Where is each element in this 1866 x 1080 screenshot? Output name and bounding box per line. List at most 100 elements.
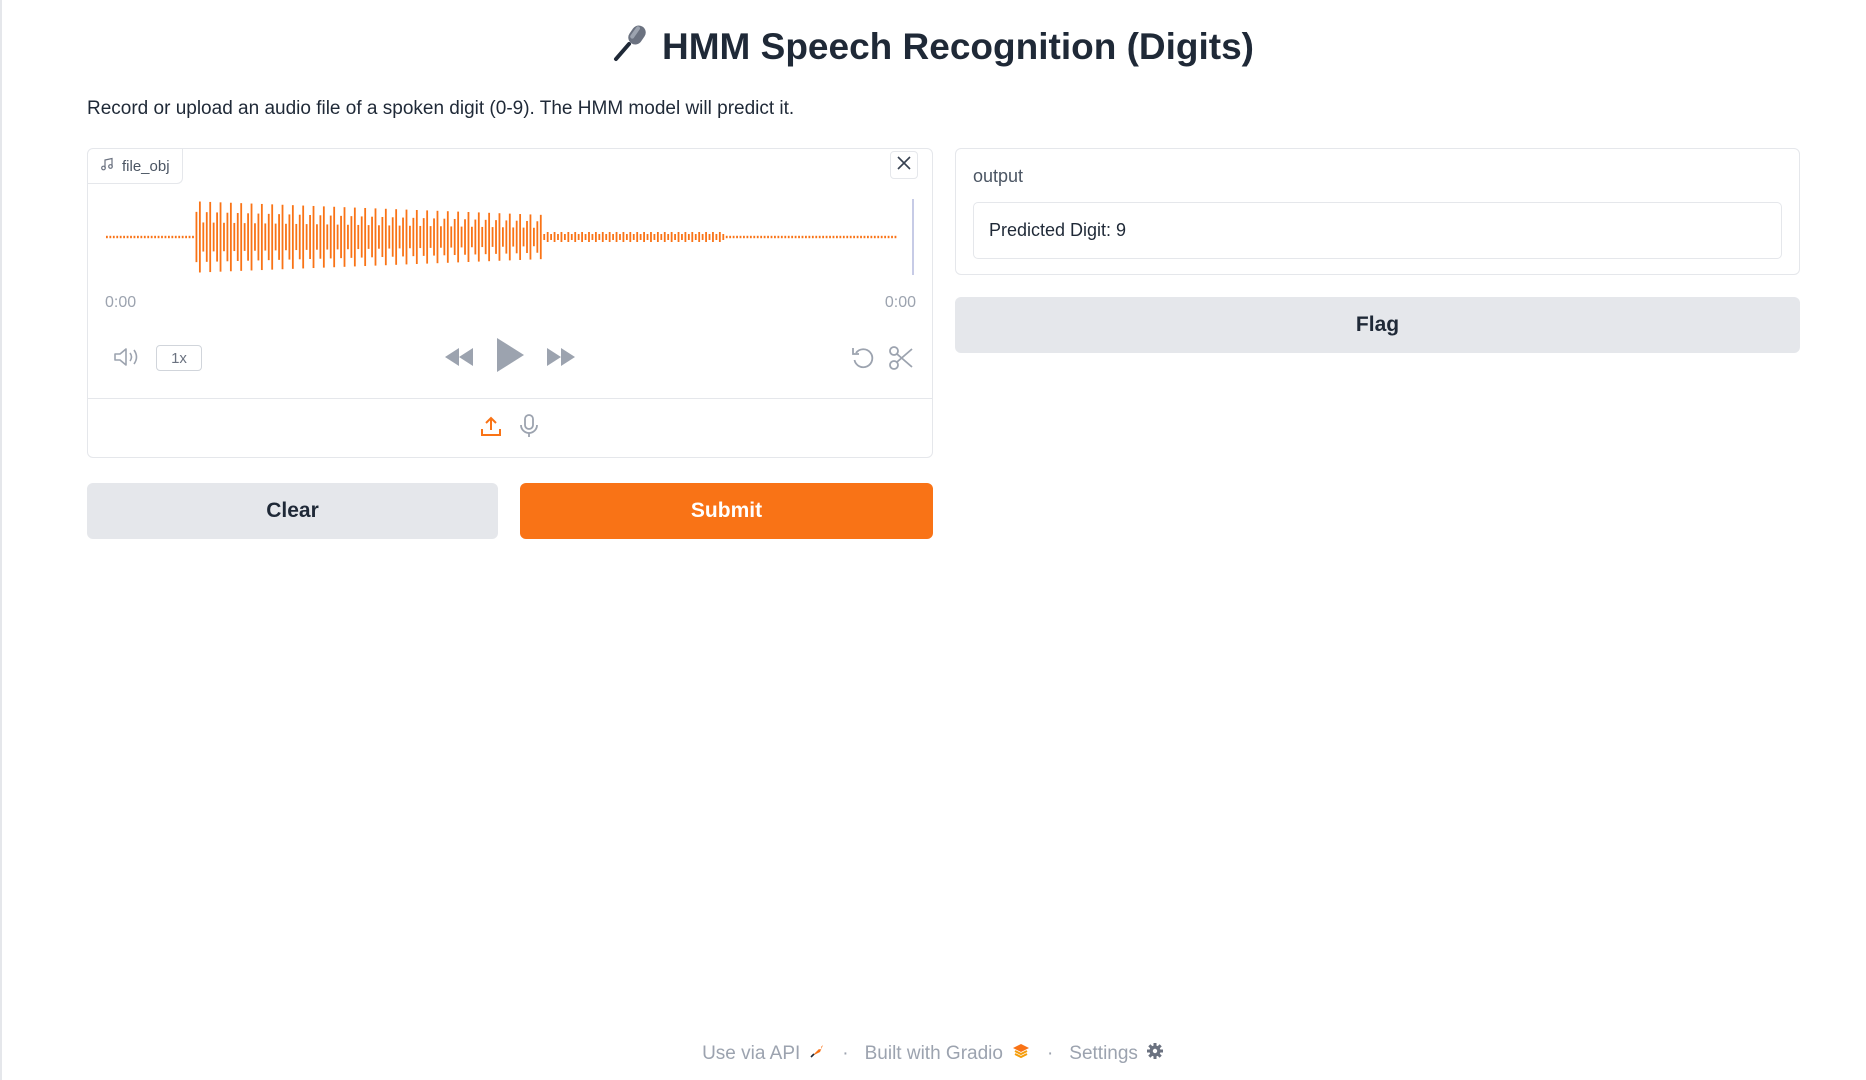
skip-backward-button[interactable] — [442, 345, 476, 373]
waveform-bar — [457, 211, 460, 263]
waveform-bar — [312, 205, 315, 269]
waveform-bar — [860, 235, 862, 239]
waveform-bar — [316, 224, 318, 250]
waveform-bar — [481, 226, 484, 248]
fast-forward-icon — [545, 346, 577, 373]
waveform-bar — [591, 234, 594, 240]
waveform-bar — [495, 220, 497, 254]
reset-button[interactable] — [848, 345, 878, 375]
use-via-api-link[interactable]: Use via API — [702, 1042, 826, 1066]
waveform-bar — [832, 235, 835, 239]
waveform-bar — [198, 201, 201, 273]
settings-link[interactable]: Settings — [1069, 1042, 1164, 1066]
waveform-bar — [811, 235, 814, 239]
waveform-bar — [223, 222, 225, 252]
waveform-bar — [663, 232, 666, 242]
playback-speed-button[interactable]: 1x — [156, 345, 202, 371]
waveform-bar — [619, 234, 621, 240]
waveform-bar — [681, 234, 683, 240]
waveform-bar — [340, 215, 342, 259]
waveform-bar — [808, 235, 811, 239]
waveform-bar — [498, 213, 501, 261]
waveform-bar — [698, 232, 701, 242]
waveform-bar — [281, 204, 284, 270]
output-textbox[interactable]: Predicted Digit: 9 — [973, 202, 1782, 259]
flag-button[interactable]: Flag — [955, 297, 1800, 353]
waveform-bar — [522, 227, 525, 247]
clear-audio-button[interactable] — [890, 151, 918, 179]
waveform-bar — [433, 218, 435, 256]
rocket-icon — [808, 1042, 826, 1066]
page-description: Record or upload an audio file of a spok… — [87, 98, 795, 119]
waveform-bar — [295, 223, 298, 251]
waveform-bar — [608, 232, 611, 242]
page-title: HMM Speech Recognition (Digits) — [0, 22, 1866, 71]
waveform-bar — [471, 226, 473, 248]
waveform-bar — [570, 234, 573, 240]
footer-separator: · — [1046, 1043, 1054, 1064]
waveform-bar — [298, 214, 301, 260]
waveform-bar — [718, 232, 721, 242]
skip-forward-button[interactable] — [544, 345, 578, 373]
waveform-bar — [415, 209, 418, 265]
waveform-bar — [178, 235, 181, 239]
waveform-bar — [464, 219, 466, 255]
waveform-bar — [333, 206, 336, 268]
waveform-bar — [446, 211, 449, 263]
waveform-bar — [594, 232, 597, 242]
waveform-bar — [450, 226, 453, 248]
waveform-bar — [749, 235, 752, 239]
waveform-bar — [577, 234, 580, 240]
waveform-bar — [202, 222, 205, 252]
waveform-bar — [863, 235, 866, 239]
music-note-icon — [100, 157, 114, 175]
waveform-bar — [119, 235, 122, 239]
waveform-bar — [419, 225, 422, 249]
waveform-bar — [539, 214, 542, 260]
waveform-bar — [873, 235, 876, 239]
waveform-bar — [157, 235, 160, 239]
volume-button[interactable] — [112, 345, 144, 373]
built-with-gradio-link[interactable]: Built with Gradio — [865, 1042, 1031, 1066]
waveform-bar — [739, 235, 742, 239]
waveform-bar — [267, 213, 270, 261]
waveform-bar — [453, 218, 456, 256]
footer-separator: · — [842, 1043, 849, 1064]
waveform-bar — [254, 223, 256, 251]
waveform-bar — [278, 214, 280, 260]
upload-icon[interactable] — [480, 415, 502, 442]
waveform-bar — [822, 235, 825, 239]
trim-button[interactable] — [886, 345, 916, 375]
waveform-bar — [326, 224, 329, 250]
clear-button[interactable]: Clear — [87, 483, 498, 539]
audio-waveform[interactable] — [104, 197, 916, 277]
waveform-bar — [274, 223, 277, 251]
waveform-bar — [426, 210, 429, 264]
waveform-bar — [291, 205, 294, 269]
waveform-bar — [880, 235, 883, 239]
microphone-icon[interactable] — [518, 413, 540, 444]
waveform-bar — [753, 235, 756, 239]
waveform-bar — [371, 216, 373, 258]
waveform-bar — [560, 232, 563, 242]
waveform-bar — [605, 234, 608, 240]
audio-label: file_obj — [88, 149, 183, 184]
waveform-bar — [839, 235, 842, 239]
waveform-bar — [870, 235, 873, 239]
waveform-bar — [722, 234, 725, 240]
waveform-bar — [756, 235, 759, 239]
play-button[interactable] — [492, 337, 528, 377]
waveform-bar — [877, 235, 880, 239]
waveform-bar — [846, 235, 849, 239]
waveform-bar — [205, 212, 208, 262]
waveform-bar — [422, 218, 425, 256]
waveform-bar — [409, 225, 411, 249]
waveform-bar — [639, 234, 642, 240]
submit-button[interactable]: Submit — [520, 483, 933, 539]
waveform-bar — [588, 232, 590, 242]
waveform-bar — [574, 232, 577, 242]
waveform-bar — [805, 235, 807, 239]
waveform-bar — [181, 235, 184, 239]
waveform-bar — [378, 225, 380, 249]
waveform-bar — [622, 232, 625, 242]
